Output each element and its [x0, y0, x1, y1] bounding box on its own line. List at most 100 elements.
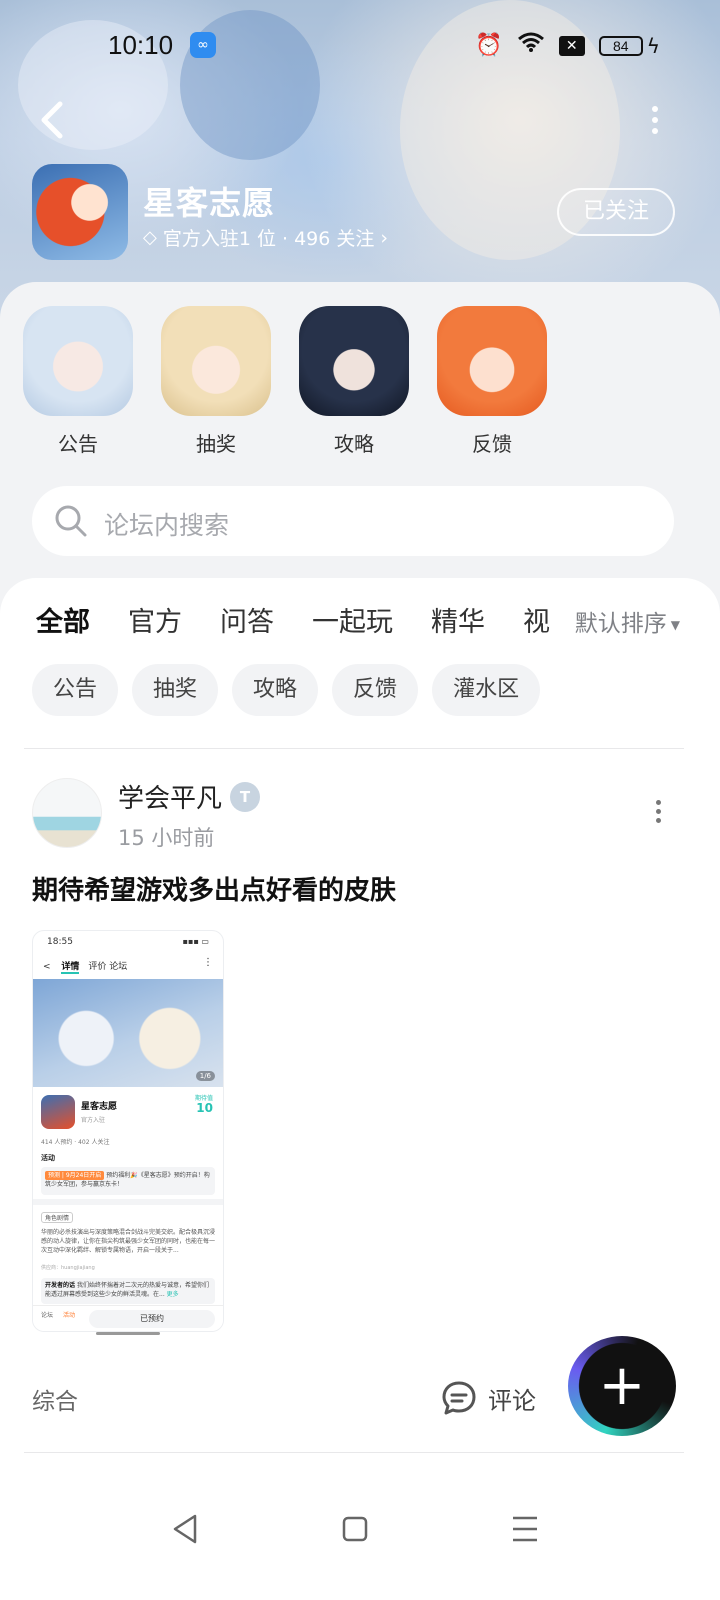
- image-chip: 角色剧情: [41, 1212, 74, 1223]
- chip-chat[interactable]: 灌水区: [432, 664, 541, 716]
- follow-button[interactable]: 已关注: [557, 188, 675, 236]
- tab-qa[interactable]: 问答: [220, 600, 274, 639]
- game-app-icon[interactable]: [32, 164, 128, 260]
- image-gap: [33, 1195, 223, 1205]
- tab-play-together[interactable]: 一起玩: [312, 600, 393, 639]
- status-bar: 10:10 ∞ ⏰ ✕ 84 ϟ: [0, 28, 720, 64]
- chip-lottery[interactable]: 抽奖: [132, 664, 219, 716]
- image-dev-title: 开发者的话: [45, 1282, 76, 1289]
- forum-meta-text: 官方入驻1 位 · 496 关注: [162, 228, 375, 250]
- no-sim-icon: ✕: [558, 36, 585, 56]
- back-button[interactable]: [34, 98, 74, 142]
- divider: [24, 1452, 684, 1453]
- plus-icon: +: [598, 1353, 646, 1418]
- post-image[interactable]: 18:55 ▪▪▪ ▭ < 详情 评价 论坛 ⋮ 1/6 星客志愿 官方入驻 期…: [32, 930, 224, 1332]
- image-nav: < 详情 评价 论坛 ⋮: [33, 953, 223, 979]
- post-time: 15 小时前: [118, 826, 215, 850]
- category-tabs: 全部 官方 问答 一起玩 精华视: [36, 600, 556, 650]
- status-icons: ⏰ ✕ 84 ϟ: [475, 32, 660, 60]
- forum-title: 星客志愿: [143, 184, 276, 222]
- image-bottom-bar: 论坛 活动 已预约: [33, 1305, 223, 1331]
- shortcut-row: 公告 抽奖 攻略 反馈: [0, 306, 720, 456]
- forum-search-input[interactable]: 论坛内搜索: [32, 486, 674, 556]
- image-scroll-indicator: [96, 1332, 160, 1335]
- comment-label: 评论: [488, 1386, 536, 1415]
- tab-all[interactable]: 全部: [36, 600, 90, 639]
- image-status-icons: ▪▪▪ ▭: [182, 937, 209, 946]
- alarm-icon: ⏰: [475, 33, 503, 58]
- sort-dropdown[interactable]: 默认排序 ▼: [575, 604, 680, 638]
- image-activity-tag: 预测 | 9月24日开启: [45, 1171, 105, 1180]
- post-more-button[interactable]: [648, 796, 668, 826]
- chip-feedback[interactable]: 反馈: [332, 664, 419, 716]
- shortcut-label: 公告: [58, 432, 98, 456]
- square-home-icon: [342, 1516, 368, 1542]
- shortcut-feedback[interactable]: 反馈: [436, 306, 548, 457]
- search-icon: [55, 505, 87, 537]
- user-avatar[interactable]: [32, 778, 102, 848]
- shortcut-avatar: [23, 306, 133, 416]
- more-options-button[interactable]: [640, 100, 670, 140]
- shortcut-announcement[interactable]: 公告: [22, 306, 134, 457]
- nav-menu-button[interactable]: [495, 1504, 555, 1554]
- system-navigation-bar: [0, 1480, 720, 1600]
- dot-icon: [652, 117, 658, 123]
- chip-guide[interactable]: 攻略: [232, 664, 319, 716]
- image-back-icon: <: [43, 962, 51, 972]
- post-feed: 全部 官方 问答 一起玩 精华视 默认排序 ▼ 公告 抽奖 攻略 反馈 灌水区 学会平凡 …: [0, 578, 720, 1600]
- nav-home-button[interactable]: [325, 1504, 385, 1554]
- image-more-icon: ⋮: [203, 957, 213, 968]
- image-paragraph: 华丽的必杀技演出与深度策略混合剑战斗完美交织。配合极具沉浸感的动人旋律，让你在指…: [41, 1229, 216, 1254]
- image-hero: 1/6: [33, 979, 223, 1087]
- shortcut-lottery[interactable]: 抽奖: [160, 306, 272, 457]
- app-notification-icon: ∞: [190, 32, 216, 58]
- tab-featured[interactable]: 精华: [431, 600, 485, 639]
- nav-back-button[interactable]: [155, 1504, 215, 1554]
- section-chips: 公告 抽奖 攻略 反馈 灌水区: [32, 664, 541, 716]
- tab-video[interactable]: 视: [523, 600, 550, 639]
- image-activity-box: 预测 | 9月24日开启 预约福利🎉《星客志愿》预约开启！构筑少女军团，参与赢京东…: [41, 1167, 215, 1195]
- dot-icon: [652, 106, 658, 112]
- post-author[interactable]: 学会平凡 T: [118, 778, 261, 815]
- image-game-name: 星客志愿: [81, 1102, 118, 1112]
- image-tab-forum: 论坛: [109, 962, 128, 972]
- shortcut-label: 反馈: [472, 432, 512, 456]
- diamond-icon: ◇: [143, 227, 157, 248]
- comment-button[interactable]: 评论: [440, 1378, 536, 1418]
- charging-icon: ϟ: [646, 34, 660, 58]
- wifi-icon: [517, 31, 545, 61]
- image-dev-note: 开发者的话 我们始终怀揣着对二次元的热爱与诚意，希望你们能透过屏幕感受到这些少女…: [41, 1278, 215, 1304]
- image-reserve-button: 已预约: [89, 1310, 215, 1328]
- dot-icon: [655, 817, 661, 823]
- battery-icon: 84: [598, 36, 643, 56]
- image-bottom-forum: 论坛: [41, 1312, 54, 1319]
- status-time: 10:10: [108, 30, 174, 60]
- image-tab-review: 评价: [88, 962, 107, 972]
- comment-icon: [442, 1381, 476, 1415]
- chevron-right-icon: ›: [380, 226, 389, 249]
- post-title[interactable]: 期待希望游戏多出点好看的皮肤: [32, 870, 396, 907]
- dot-icon: [655, 799, 661, 805]
- menu-icon: [513, 1516, 537, 1542]
- shortcut-avatar: [299, 306, 409, 416]
- forum-header-banner: 10:10 ∞ ⏰ ✕ 84 ϟ 星客志愿 ◇ 官方入驻1 位 · 496 关注…: [0, 0, 720, 320]
- search-placeholder: 论坛内搜索: [104, 511, 230, 540]
- divider: [24, 748, 684, 749]
- post-username: 学会平凡: [118, 784, 223, 814]
- user-level-badge-icon: T: [230, 781, 261, 812]
- image-activity-heading: 活动: [41, 1154, 55, 1162]
- image-stats: 414 人预约 · 402 人关注: [41, 1139, 110, 1146]
- forum-meta-link[interactable]: ◇ 官方入驻1 位 · 496 关注 ›: [143, 224, 388, 251]
- tab-official[interactable]: 官方: [128, 600, 182, 639]
- chip-announcement[interactable]: 公告: [32, 664, 119, 716]
- shortcut-guide[interactable]: 攻略: [298, 306, 410, 457]
- shortcut-avatar: [437, 306, 547, 416]
- create-post-button[interactable]: +: [568, 1336, 676, 1436]
- shortcut-label: 攻略: [334, 432, 374, 456]
- shortcut-label: 抽奖: [196, 432, 236, 456]
- image-dev-more: 更多: [166, 1291, 179, 1298]
- dot-icon: [652, 128, 658, 134]
- image-status-bar: 18:55 ▪▪▪ ▭: [33, 931, 223, 953]
- caret-down-icon: ▼: [670, 617, 680, 632]
- image-page-indicator: 1/6: [195, 1071, 215, 1081]
